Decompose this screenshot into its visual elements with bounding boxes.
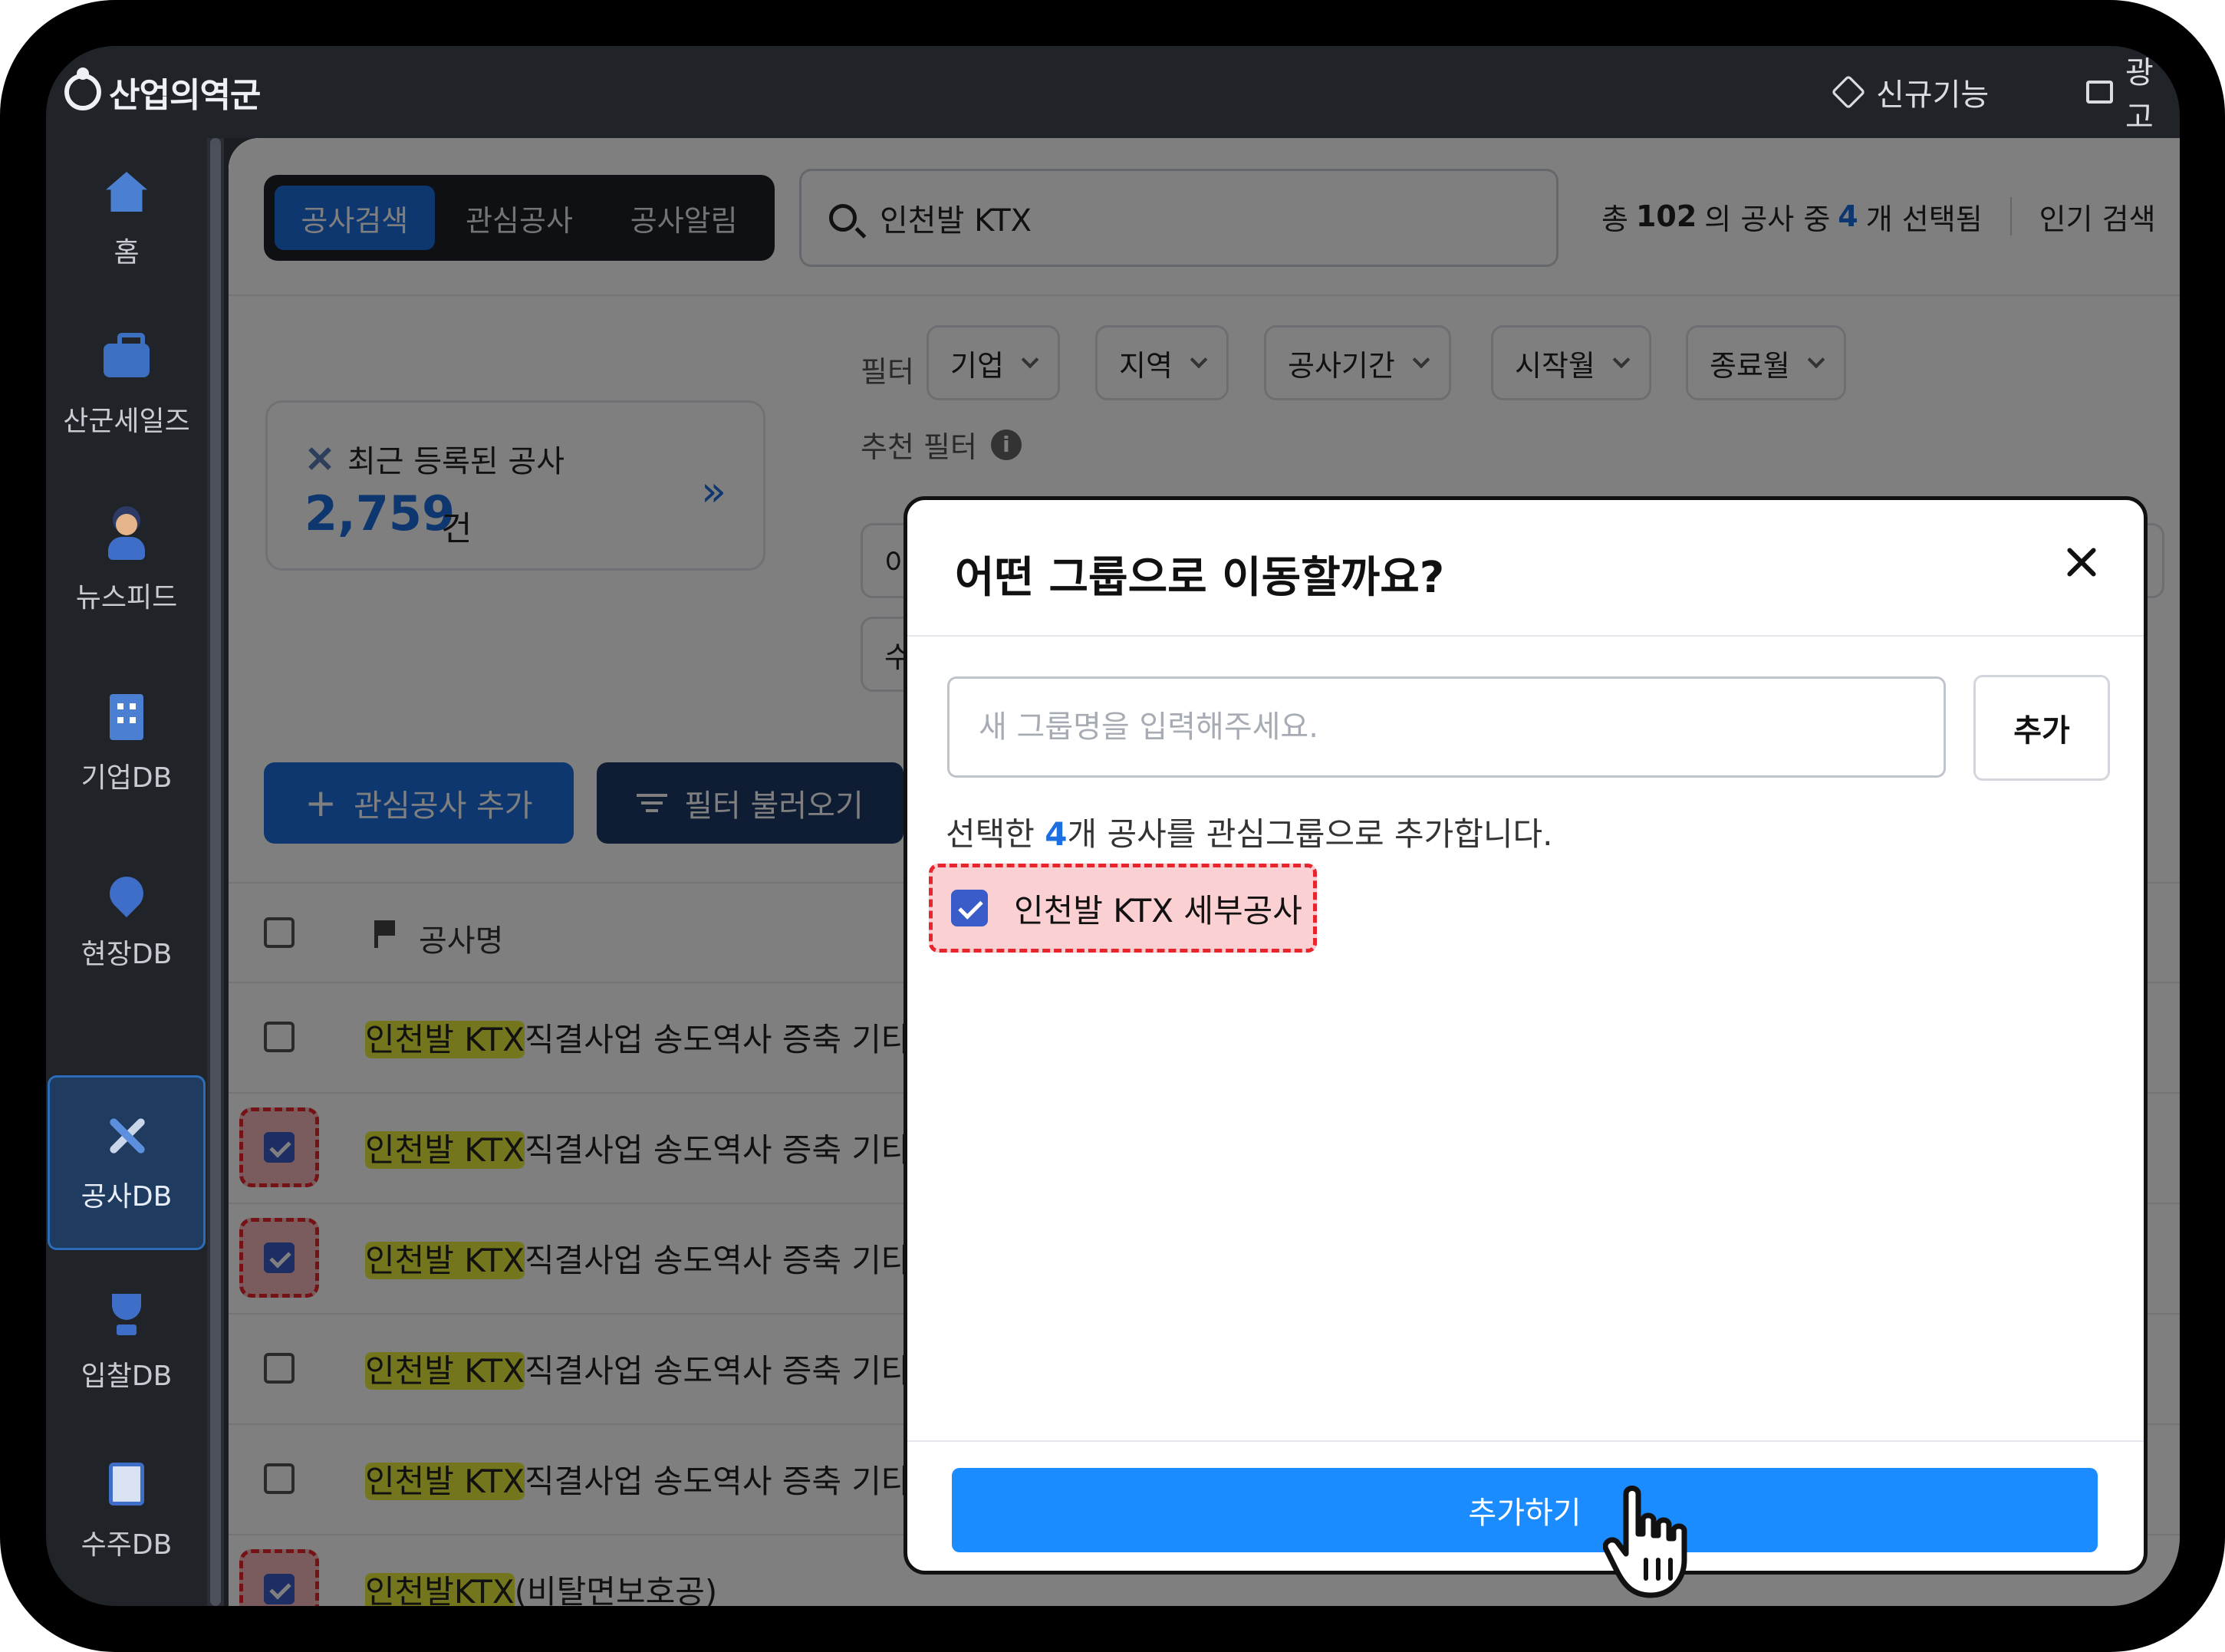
document-icon: [102, 1459, 151, 1509]
sidebar-item-label: 기업DB: [81, 762, 173, 794]
msg-prefix: 선택한: [946, 815, 1035, 853]
sidebar-item-company-db[interactable]: 기업DB: [46, 652, 207, 836]
msg-suffix: 개 공사를 관심그룹으로 추가합니다.: [1067, 815, 1553, 853]
new-group-name-input[interactable]: [947, 676, 1946, 778]
group-name: 인천발 KTX 세부공사: [1014, 891, 1302, 930]
device-frame: 산업의역군 신규기능 광고 홈 산군세일즈 뉴스피드 기업DB 현장DB 공사D…: [0, 0, 2225, 1652]
sidebar-item-label: 산군세일즈: [63, 406, 190, 437]
sidebar-item-label: 뉴스피드: [75, 582, 178, 614]
divider: [907, 635, 2144, 637]
modal-title: 어떤 그룹으로 이동할까요?: [955, 553, 1445, 603]
home-icon: [102, 167, 151, 216]
close-icon[interactable]: [2062, 543, 2101, 581]
sidebar-scrollbar[interactable]: [207, 138, 224, 1606]
modal-message: 선택한 4개 공사를 관심그룹으로 추가합니다.: [946, 808, 1553, 855]
top-bar: 산업의역군 신규기능 광고: [46, 46, 2180, 138]
sidebar-item-label: 홈: [114, 237, 140, 268]
building-icon: [102, 693, 151, 742]
sidebar-item-bid-db[interactable]: 입찰DB: [46, 1258, 207, 1427]
msg-count: 4: [1045, 815, 1068, 853]
group-checkbox[interactable]: [951, 890, 988, 926]
sidebar-item-sales[interactable]: 산군세일즈: [46, 299, 207, 476]
scrollbar-thumb[interactable]: [210, 138, 221, 1606]
news-icon: [102, 512, 151, 561]
briefcase-icon: [102, 333, 151, 385]
sidebar-item-home[interactable]: 홈: [46, 138, 207, 299]
monitor-icon: [2086, 81, 2113, 104]
sidebar-item-construction-db[interactable]: 공사DB: [48, 1075, 206, 1250]
map-pin-icon: [102, 869, 151, 918]
new-features-label: 신규기능: [1876, 77, 1990, 113]
app-logo[interactable]: 산업의역군: [64, 61, 261, 123]
logo-text: 산업의역군: [109, 76, 261, 115]
sidebar-item-label: 현장DB: [81, 939, 173, 970]
group-move-modal: 어떤 그룹으로 이동할까요? 추가 선택한 4개 공사를 관심그룹으로 추가합니…: [903, 496, 2148, 1575]
new-features-link[interactable]: 신규기능: [1831, 67, 1990, 117]
cube-icon: [1831, 74, 1866, 110]
add-group-button[interactable]: 추가: [1973, 675, 2110, 781]
ad-label: 광고: [2125, 55, 2154, 135]
hand-pointer-icon: [1603, 1486, 1687, 1598]
trophy-icon: [102, 1291, 151, 1340]
sidebar-item-label: 공사DB: [81, 1181, 173, 1213]
sidebar-item-newsfeed[interactable]: 뉴스피드: [46, 476, 207, 652]
tools-icon: [102, 1111, 151, 1160]
sidebar: 홈 산군세일즈 뉴스피드 기업DB 현장DB 공사DB 입찰DB 수주DB: [46, 138, 207, 1606]
confirm-add-button[interactable]: 추가하기: [952, 1468, 2098, 1552]
sidebar-item-order-db[interactable]: 수주DB: [46, 1427, 207, 1595]
group-option[interactable]: 인천발 KTX 세부공사: [929, 864, 1317, 953]
sidebar-item-label: 입찰DB: [81, 1361, 173, 1392]
sidebar-item-site-db[interactable]: 현장DB: [46, 836, 207, 1005]
ad-link[interactable]: 광고: [2086, 55, 2180, 135]
divider: [907, 1440, 2144, 1442]
logo-mark-icon: [64, 67, 101, 110]
sidebar-item-label: 수주DB: [81, 1529, 173, 1561]
